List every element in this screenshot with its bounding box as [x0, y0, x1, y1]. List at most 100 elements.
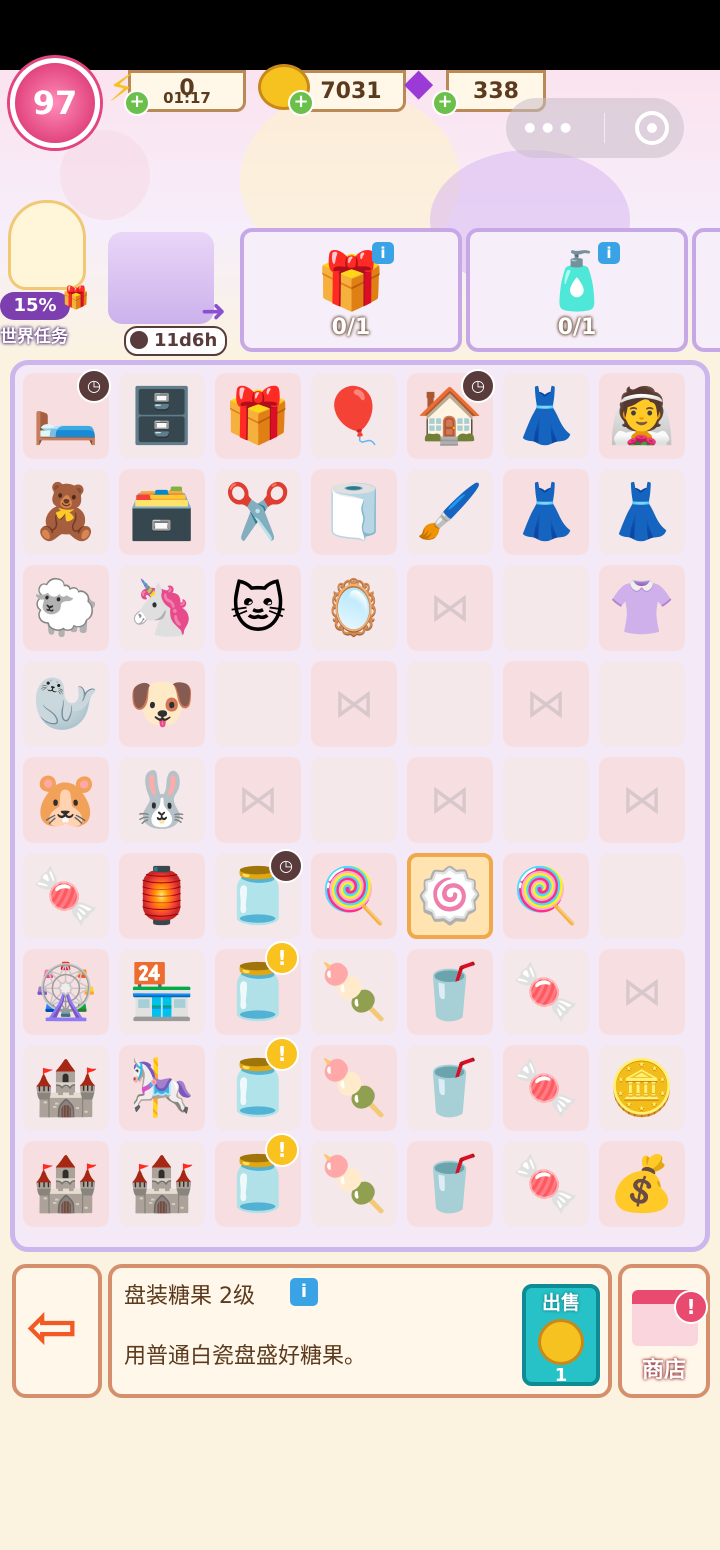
board-cell-seal-plush[interactable]: 🦭 — [23, 661, 109, 747]
board-cell-makeup-brush[interactable]: 🖌️ — [407, 469, 493, 555]
board-cell-unicorn-plush[interactable]: 🦄 — [119, 565, 205, 651]
more-dots-icon[interactable]: ••• — [521, 112, 575, 145]
matcha-drink-3-icon: 🥤 — [416, 1152, 484, 1215]
board-cell-matcha-drink-2[interactable]: 🥤 — [407, 1045, 493, 1131]
player-level-badge[interactable]: 97 — [10, 58, 100, 148]
board-cell-cabinet[interactable]: 🗄️ — [119, 373, 205, 459]
board-cell-craft-paper[interactable]: ✂️ — [215, 469, 301, 555]
info-icon[interactable]: i — [290, 1278, 318, 1306]
board-cell-cotton-candy[interactable]: 🍡 — [311, 949, 397, 1035]
board-cell-lint-roller[interactable]: 🧻 — [311, 469, 397, 555]
board-cell-lollipop[interactable]: 🍭 — [503, 853, 589, 939]
board-cell-empty[interactable] — [503, 757, 589, 843]
hamster-plush-icon: 🐹 — [32, 768, 100, 831]
board-cell-teacup-ride[interactable]: 🎠 — [119, 1045, 205, 1131]
board-cell-empty[interactable] — [311, 757, 397, 843]
board-cell-purple-dress[interactable]: 👗 — [503, 469, 589, 555]
order-card-2[interactable]: i 🧴 0/1 — [466, 228, 688, 352]
sell-button[interactable]: 出售 1 — [522, 1284, 600, 1386]
coin-add-icon[interactable]: + — [288, 90, 314, 116]
board-cell-glass-jar-3[interactable]: 🫙! — [215, 1133, 301, 1227]
order-progress: 0/1 — [557, 315, 597, 340]
board-cell-candy-booth[interactable]: 🏪 — [119, 949, 205, 1035]
board-cell-glass-jar-2[interactable]: 🫙! — [215, 1037, 301, 1131]
board-cell-empty[interactable]: ⋈ — [215, 757, 301, 843]
candy-machine-glow-icon: 🏮 — [128, 864, 196, 927]
board-cell-cat-plush[interactable]: 🐱 — [215, 565, 301, 651]
board-cell-coins-small[interactable]: 🪙 — [599, 1045, 685, 1131]
board-cell-glass-jar[interactable]: 🫙! — [215, 941, 301, 1035]
board-cell-empty[interactable] — [599, 661, 685, 747]
board-cell-teddy-bear[interactable]: 🧸 — [23, 469, 109, 555]
gem-icon: ◆ — [404, 60, 434, 104]
info-icon[interactable]: i — [598, 242, 620, 264]
board-cell-hamster-plush[interactable]: 🐹 — [23, 757, 109, 843]
board-cell-empty[interactable]: ⋈ — [407, 757, 493, 843]
board-cell-drawer-cabinet[interactable]: 🗃️ — [119, 469, 205, 555]
board-cell-empty[interactable] — [599, 853, 685, 939]
makeup-brush-icon: 🖌️ — [416, 480, 484, 543]
energy-add-icon[interactable]: + — [124, 90, 150, 116]
board-cell-empty[interactable] — [407, 661, 493, 747]
board-cell-wrapped-candy[interactable]: 🍬 — [23, 853, 109, 939]
board-cell-candy-machine-glow[interactable]: 🏮 — [119, 853, 205, 939]
sell-price: 1 — [554, 1365, 568, 1386]
board-cell-carousel-swing[interactable]: 🎡 — [23, 949, 109, 1035]
board-cell-cotton-candy-2[interactable]: 🍡 — [311, 1045, 397, 1131]
board-cell-bunny-plush[interactable]: 🐰 — [119, 757, 205, 843]
board-cell-marshmallow[interactable]: 🍬 — [503, 949, 589, 1035]
board-cell-purple-dress-2[interactable]: 👗 — [599, 469, 685, 555]
board-cell-puppy-plush[interactable]: 🐶 — [119, 661, 205, 747]
board-cell-house[interactable]: 🏠 ◷ — [407, 369, 495, 459]
board-cell-purple-gown[interactable]: 👗 — [503, 373, 589, 459]
board-cell-pink-castle-3[interactable]: 🏰 — [119, 1141, 205, 1227]
board-cell-empty[interactable]: ⋈ — [407, 565, 493, 651]
board-cell-empty[interactable] — [503, 565, 589, 651]
order-card-1[interactable]: i 🎁 0/1 — [240, 228, 462, 352]
purple-gown-icon: 👗 — [512, 384, 580, 447]
order-card-3-partial[interactable] — [692, 228, 720, 352]
purple-dress-icon: 👗 — [512, 480, 580, 543]
board-cell-pink-castle[interactable]: 🏰 — [23, 1045, 109, 1131]
cotton-candy-3-icon: 🍡 — [320, 1152, 388, 1215]
board-cell-empty[interactable]: ⋈ — [599, 757, 685, 843]
board-cell-sheep-plush[interactable]: 🐑 — [23, 565, 109, 651]
board-cell-empty[interactable]: ⋈ — [599, 949, 685, 1035]
item-info-panel: 盘装糖果 2级 i 用普通白瓷盘盛好糖果。 出售 1 — [108, 1264, 612, 1398]
event-building-button[interactable]: ➜ 11d6h — [104, 232, 228, 356]
board-cell-hand-mirror[interactable]: 🪞 — [311, 565, 397, 651]
board-cell-matcha-drink[interactable]: 🥤 — [407, 949, 493, 1035]
board-cell-cotton-candy-3[interactable]: 🍡 — [311, 1141, 397, 1227]
exit-button[interactable]: ⇦ — [12, 1264, 102, 1398]
seal-plush-icon: 🦭 — [32, 672, 100, 735]
board-cell-white-gown[interactable]: 👰 — [599, 373, 685, 459]
world-task-button[interactable]: 15% 🎁 世界任务 — [0, 196, 96, 347]
status-bar — [0, 0, 720, 70]
target-circle-icon[interactable] — [635, 111, 670, 145]
coins-small-icon: 🪙 — [608, 1056, 676, 1119]
board-cell-purple-skirt[interactable]: 👚 — [599, 565, 685, 651]
bow-placeholder-icon: ⋈ — [622, 777, 662, 823]
board-cell-pink-castle-2[interactable]: 🏰 — [23, 1141, 109, 1227]
board-cell-marshmallow-2[interactable]: 🍬 — [503, 1045, 589, 1131]
board-cell-empty[interactable]: ⋈ — [503, 661, 589, 747]
board-cell-candy-bag[interactable]: 🍭 — [311, 853, 397, 939]
board-cell-gift-box[interactable]: 🎁 — [215, 373, 301, 459]
clock-icon: ◷ — [461, 369, 495, 403]
board-cell-matcha-drink-3[interactable]: 🥤 — [407, 1141, 493, 1227]
board-cell-coins-pile[interactable]: 💰 — [599, 1141, 685, 1227]
board-cell-balloons[interactable]: 🎈 — [311, 373, 397, 459]
info-icon[interactable]: i — [372, 242, 394, 264]
board-cell-plated-candy[interactable]: 🍥 — [407, 853, 493, 939]
pink-castle-icon: 🏰 — [32, 1056, 100, 1119]
event-timer-text: 11d6h — [154, 330, 218, 351]
board-cell-candy-jar[interactable]: 🫙 ◷ — [215, 849, 303, 939]
board-cell-empty[interactable] — [215, 661, 301, 747]
board-cell-empty[interactable]: ⋈ — [311, 661, 397, 747]
gem-add-icon[interactable]: + — [432, 90, 458, 116]
shop-label: 商店 — [641, 1358, 686, 1383]
board-cell-bed-set[interactable]: 🛏️ ◷ — [23, 369, 111, 459]
clock-icon: ◷ — [269, 849, 303, 883]
shop-button[interactable]: ! 商店 — [618, 1264, 710, 1398]
board-cell-marshmallow-3[interactable]: 🍬 — [503, 1141, 589, 1227]
